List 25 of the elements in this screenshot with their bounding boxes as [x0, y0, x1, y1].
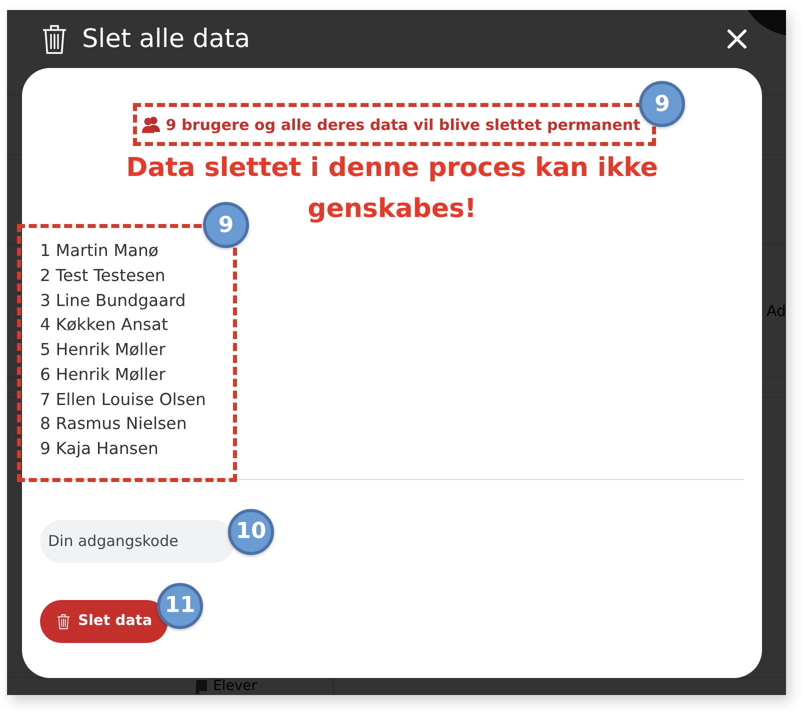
user-list-item: 6 Henrik Møller: [40, 364, 166, 386]
trash-icon: [42, 24, 67, 54]
book-icon: [196, 680, 207, 694]
close-button[interactable]: [727, 29, 747, 49]
password-field[interactable]: Din adgangskode: [40, 520, 235, 563]
user-list-item: 2 Test Testesen: [40, 264, 166, 287]
callout-badge: 9: [203, 202, 249, 248]
dialog-title: Slet alle data: [82, 24, 250, 54]
callout-badge: 11: [157, 582, 203, 629]
warning-heading: Data slettet i denne proces kan ikke: [126, 152, 658, 185]
trash-icon: [57, 612, 70, 630]
callout-badge: 9: [639, 81, 686, 127]
callout-badge: 10: [228, 508, 274, 555]
warning-text: 9 brugere og alle deres data vil blive slettet permanent: [166, 116, 640, 134]
warning-heading: genskabes!: [308, 192, 476, 226]
user-list-item: 3 Line Bundgaard: [40, 290, 187, 312]
user-list-item: 7 Ellen Louise Olsen: [40, 388, 207, 410]
user-list-item: 8 Rasmus Nielsen: [40, 413, 188, 436]
user-list-item: 9 Kaja Hansen: [40, 438, 160, 460]
user-list-item: 4 Køkken Ansat: [40, 314, 169, 336]
delete-button[interactable]: Slet data: [40, 600, 168, 643]
user-list-item: 1 Martin Manø: [40, 240, 160, 262]
user-list-item: 5 Henrik Møller: [40, 339, 166, 361]
close-icon: [727, 29, 747, 49]
users-icon: [142, 116, 160, 133]
